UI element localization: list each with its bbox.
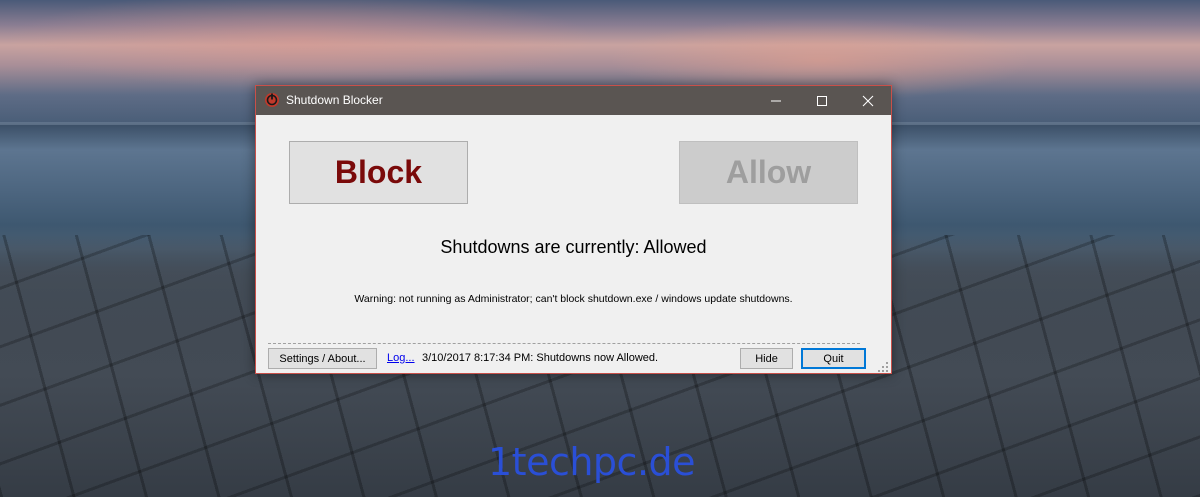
settings-about-button[interactable]: Settings / About... [268,348,377,369]
close-icon [862,95,874,107]
watermark: 1techpc.de [488,440,696,484]
admin-warning: Warning: not running as Administrator; c… [354,293,793,305]
window-title: Shutdown Blocker [286,93,383,107]
window-client-area: Block Allow Shutdowns are currently: All… [256,115,891,373]
maximize-icon [817,96,827,106]
block-button[interactable]: Block [289,141,468,204]
hide-button[interactable]: Hide [740,348,793,369]
log-link[interactable]: Log... [387,352,415,364]
allow-button[interactable]: Allow [679,141,858,204]
shutdown-status: Shutdowns are currently: Allowed [440,237,707,257]
minimize-button[interactable] [753,86,799,115]
close-button[interactable] [845,86,891,115]
quit-button[interactable]: Quit [801,348,866,369]
resize-grip-icon[interactable] [877,360,889,372]
power-icon [264,92,280,108]
title-bar[interactable]: Shutdown Blocker [256,86,891,115]
maximize-button[interactable] [799,86,845,115]
shutdown-blocker-window: Shutdown Blocker Block Allow Shutdowns a… [255,85,892,374]
log-message: 3/10/2017 8:17:34 PM: Shutdowns now Allo… [422,352,659,364]
footer-separator [268,343,860,344]
minimize-icon [771,100,781,102]
